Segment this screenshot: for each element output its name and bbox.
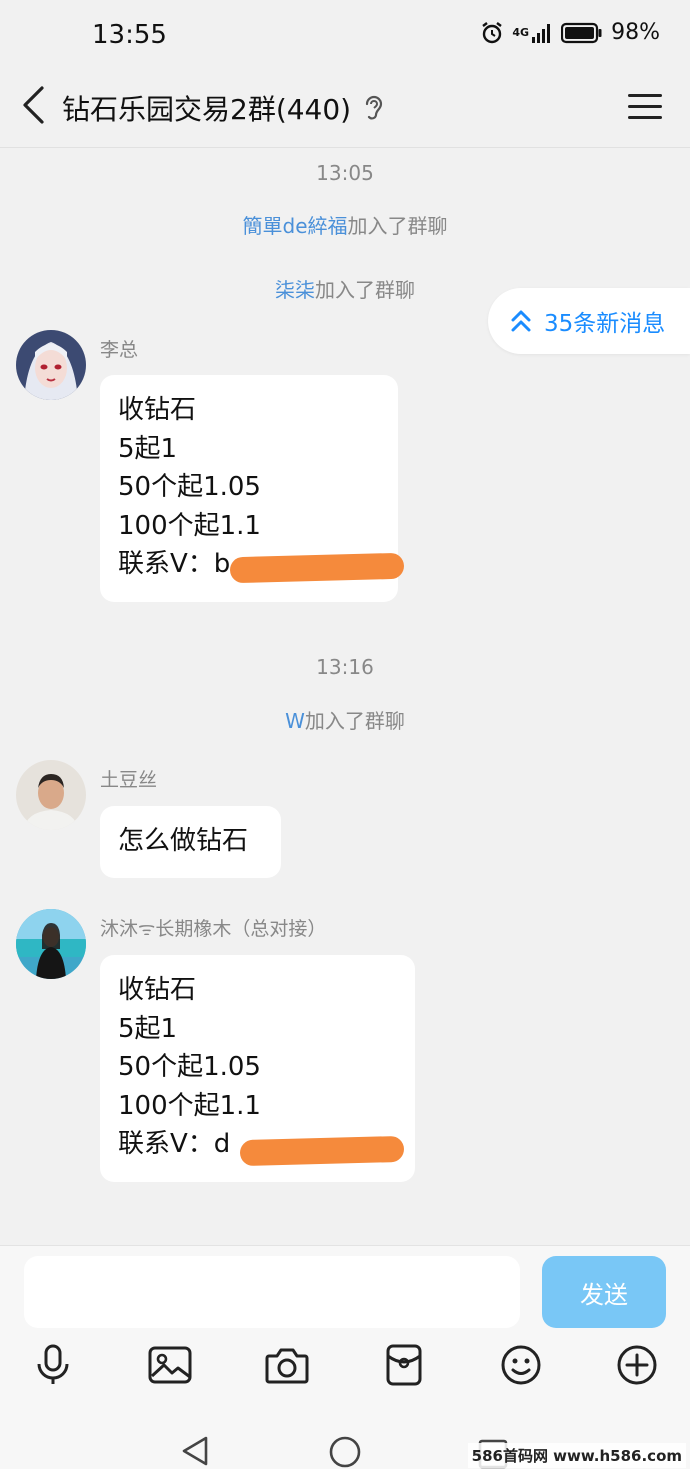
red-envelope-icon[interactable]: [380, 1341, 428, 1389]
chat-header: 钻石乐园交易2群(440): [0, 70, 690, 148]
sender-name[interactable]: 李总: [100, 335, 138, 362]
message-text: 怎么做钻石: [118, 826, 249, 856]
system-nickname[interactable]: 簡單de綷福: [243, 214, 348, 238]
battery-icon: [561, 22, 603, 44]
system-text: 加入了群聊: [347, 214, 448, 238]
sender-name[interactable]: 土豆丝: [100, 765, 157, 792]
system-text: 加入了群聊: [315, 278, 415, 302]
plus-icon[interactable]: [613, 1341, 661, 1389]
send-button[interactable]: 发送: [542, 1256, 666, 1328]
message-line: 50个起1.05: [118, 1052, 261, 1082]
system-nickname[interactable]: W: [285, 709, 305, 733]
system-text: 加入了群聊: [304, 709, 405, 733]
message-bubble[interactable]: 怎么做钻石: [100, 806, 281, 878]
message-line: 100个起1.1: [118, 510, 261, 541]
message-bubble[interactable]: 收钻石 5起1 50个起1.05 100个起1.1 联系V：d: [100, 955, 415, 1182]
back-button[interactable]: [16, 84, 50, 126]
message-line: 收钻石: [118, 395, 197, 425]
network-type: 4G: [512, 26, 530, 39]
redaction-scribble: [239, 1135, 405, 1167]
ear-icon: [362, 92, 386, 124]
camera-icon[interactable]: [263, 1341, 311, 1389]
message-input[interactable]: [24, 1256, 520, 1328]
battery-level: 98%: [611, 20, 660, 45]
nav-home-icon[interactable]: [328, 1435, 362, 1469]
message-line: 5起1: [118, 1013, 178, 1044]
input-toolbar: [0, 1341, 690, 1401]
hamburger-menu-icon: [628, 94, 662, 119]
status-bar: 13:55 4G 98%: [0, 0, 690, 70]
microphone-icon[interactable]: [29, 1341, 77, 1389]
redaction-scribble: [229, 552, 405, 584]
system-nickname[interactable]: 柒柒: [275, 278, 315, 302]
status-time: 13:55: [92, 20, 167, 50]
system-message: 簡單de綷福加入了群聊: [0, 210, 690, 239]
status-icons: 4G 98%: [480, 20, 660, 45]
avatar[interactable]: [16, 909, 86, 979]
sender-name[interactable]: 沐沐ᯤ长期橡木（总对接）: [100, 914, 326, 941]
alarm-icon: [480, 21, 504, 45]
new-messages-button[interactable]: 35条新消息: [488, 288, 690, 354]
image-icon[interactable]: [146, 1341, 194, 1389]
message-line: 100个起1.1: [118, 1090, 261, 1121]
new-messages-label: 35条新消息: [544, 311, 666, 337]
signal-icon: 4G: [512, 22, 553, 44]
page-title: 钻石乐园交易2群(440): [62, 93, 352, 126]
timestamp: 13:16: [316, 655, 374, 679]
message-line: 50个起1.05: [118, 472, 261, 502]
chat-message-list[interactable]: 13:05 簡單de綷福加入了群聊 柒柒加入了群聊 35条新消息 李总 收钻石 …: [0, 149, 690, 1245]
chevron-left-icon: [23, 86, 44, 124]
avatar[interactable]: [16, 760, 86, 830]
message-bubble[interactable]: 收钻石 5起1 50个起1.05 100个起1.1 联系V：b: [100, 375, 405, 602]
nav-back-icon[interactable]: [180, 1435, 210, 1469]
menu-button[interactable]: [628, 92, 662, 122]
message-line: 5起1: [118, 433, 178, 464]
emoji-icon[interactable]: [497, 1341, 545, 1389]
timestamp: 13:05: [316, 161, 374, 185]
double-chevron-up-icon: [511, 310, 531, 332]
system-message: W加入了群聊: [0, 705, 690, 734]
system-nav-bar: 586首码网 www.h586.com: [0, 1425, 690, 1469]
watermark: 586首码网 www.h586.com: [467, 1443, 686, 1468]
message-line: 收钻石: [118, 975, 197, 1005]
avatar[interactable]: [16, 330, 86, 400]
